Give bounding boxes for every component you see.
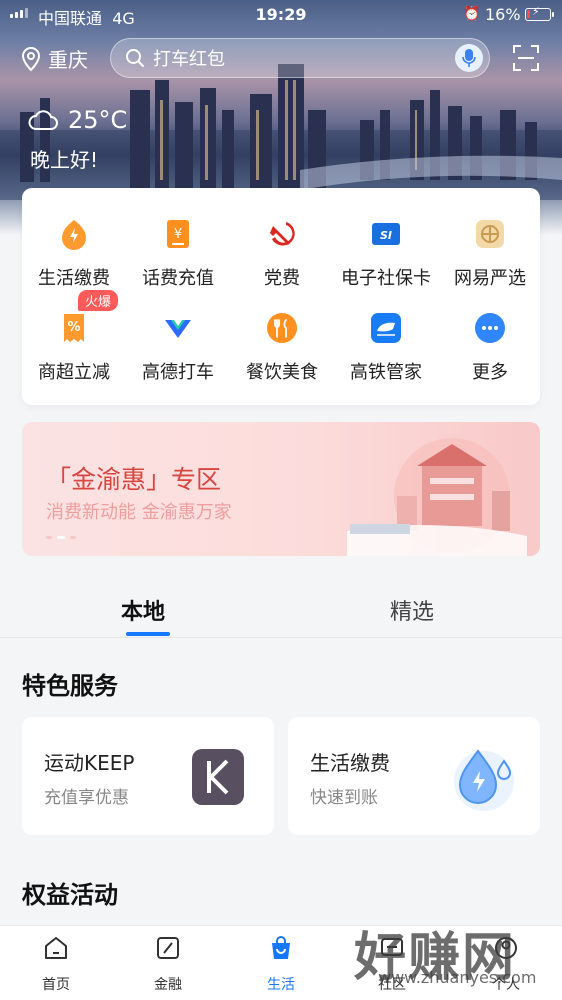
svg-text:¥: ¥ (174, 227, 182, 242)
service-dining[interactable]: 餐饮美食 (230, 312, 334, 384)
feature-title: 生活缴费 (310, 751, 390, 775)
netease-yanxuan-icon (476, 220, 504, 248)
service-supermarket-discount[interactable]: % 商超立减 (22, 312, 126, 384)
section-title-benefits: 权益活动 (22, 881, 118, 909)
service-label: 商超立减 (38, 362, 110, 383)
service-high-speed-rail[interactable]: 高铁管家 (334, 312, 438, 384)
voice-search-button[interactable] (455, 44, 483, 72)
tab-local[interactable]: 本地 (121, 594, 165, 626)
shopping-bag-icon (272, 936, 290, 959)
battery-percent: 16% (485, 5, 521, 24)
location-selector[interactable]: 重庆 (20, 44, 88, 73)
discount-coupon-icon: % (64, 314, 84, 342)
microphone-icon (462, 49, 476, 67)
temperature: 25°C (68, 106, 128, 134)
watermark-url: www.zhuanyes.com (378, 968, 537, 987)
train-icon (371, 313, 401, 343)
nav-life[interactable]: 生活 (241, 934, 321, 994)
service-label: 高德打车 (142, 362, 214, 383)
battery-fill (527, 10, 530, 18)
greeting-text: 晚上好! (30, 148, 99, 172)
service-label: 更多 (472, 362, 508, 383)
service-phone-recharge[interactable]: ¥ 话费充值 (126, 218, 230, 290)
cloud-icon (28, 110, 58, 130)
tab-featured[interactable]: 精选 (390, 594, 434, 626)
nav-label: 生活 (267, 977, 295, 993)
service-label: 高铁管家 (350, 362, 422, 383)
status-bar: 中国联通 4G 19:29 ⏰ 16% ⚡ (0, 0, 562, 30)
banner-title: 「金渝惠」专区 (46, 465, 222, 494)
nav-finance[interactable]: 金融 (128, 934, 208, 994)
feature-subtitle: 快速到账 (310, 788, 378, 808)
nav-label: 金融 (154, 977, 182, 993)
city-landmark-illustration (347, 438, 527, 556)
feature-title: 运动KEEP (44, 751, 135, 775)
feature-subtitle: 充值享优惠 (44, 788, 129, 808)
social-security-card-icon: SI (372, 223, 400, 245)
feature-card-life-payment[interactable]: 生活缴费 快速到账 (288, 717, 540, 835)
service-label: 电子社保卡 (341, 268, 431, 289)
services-grid: 生活缴费 ¥ 话费充值 党费 SI 电子社保卡 网易严选 % 商超立减 高德打车… (22, 188, 540, 405)
svg-text:%: % (67, 320, 80, 335)
service-label: 党费 (264, 268, 300, 289)
battery-icon: ⚡ (525, 5, 554, 21)
service-label: 生活缴费 (38, 268, 110, 289)
water-drop-bolt-icon (454, 749, 514, 811)
nav-home[interactable]: 首页 (16, 934, 96, 994)
service-netease-yanxuan[interactable]: 网易严选 (438, 218, 542, 290)
nav-label: 首页 (42, 977, 70, 993)
city-label: 重庆 (48, 48, 88, 72)
hot-badge: 火爆 (78, 290, 119, 311)
promo-banner[interactable]: 「金渝惠」专区 消费新动能 金渝惠万家 (22, 422, 540, 556)
alarm-icon: ⏰ (463, 6, 481, 22)
active-tab-indicator (126, 632, 170, 636)
banner-pagination (46, 536, 76, 539)
search-input[interactable]: 打车红包 (110, 38, 490, 78)
service-label: 网易严选 (454, 268, 526, 289)
search-placeholder: 打车红包 (153, 49, 225, 70)
service-label: 话费充值 (142, 268, 214, 289)
service-social-security-card[interactable]: SI 电子社保卡 (334, 218, 438, 290)
banner-subtitle: 消费新动能 金渝惠万家 (46, 502, 232, 523)
yen-phone-icon: ¥ (167, 220, 189, 248)
service-more[interactable]: 更多 (438, 312, 542, 384)
search-icon (126, 49, 144, 67)
weather-widget: 25°C (28, 106, 127, 134)
section-title-featured: 特色服务 (22, 672, 118, 700)
service-life-payment[interactable]: 生活缴费 (22, 218, 126, 290)
more-dots-icon (475, 313, 505, 343)
service-label: 餐饮美食 (246, 362, 318, 383)
svg-text:SI: SI (380, 229, 392, 242)
lightning-icon (62, 220, 86, 250)
party-emblem-icon (270, 222, 295, 246)
amap-taxi-icon (165, 320, 191, 338)
service-amap-taxi[interactable]: 高德打车 (126, 312, 230, 384)
feature-card-keep[interactable]: 运动KEEP 充值享优惠 (22, 717, 274, 835)
home-icon (45, 937, 67, 959)
keep-logo-icon (192, 749, 244, 805)
scan-icon[interactable] (512, 44, 540, 72)
content-tabs: 本地 精选 (0, 580, 562, 638)
location-pin-icon (21, 46, 41, 71)
service-party-fee[interactable]: 党费 (230, 218, 334, 290)
finance-icon (157, 937, 179, 959)
fork-knife-icon (267, 313, 297, 343)
